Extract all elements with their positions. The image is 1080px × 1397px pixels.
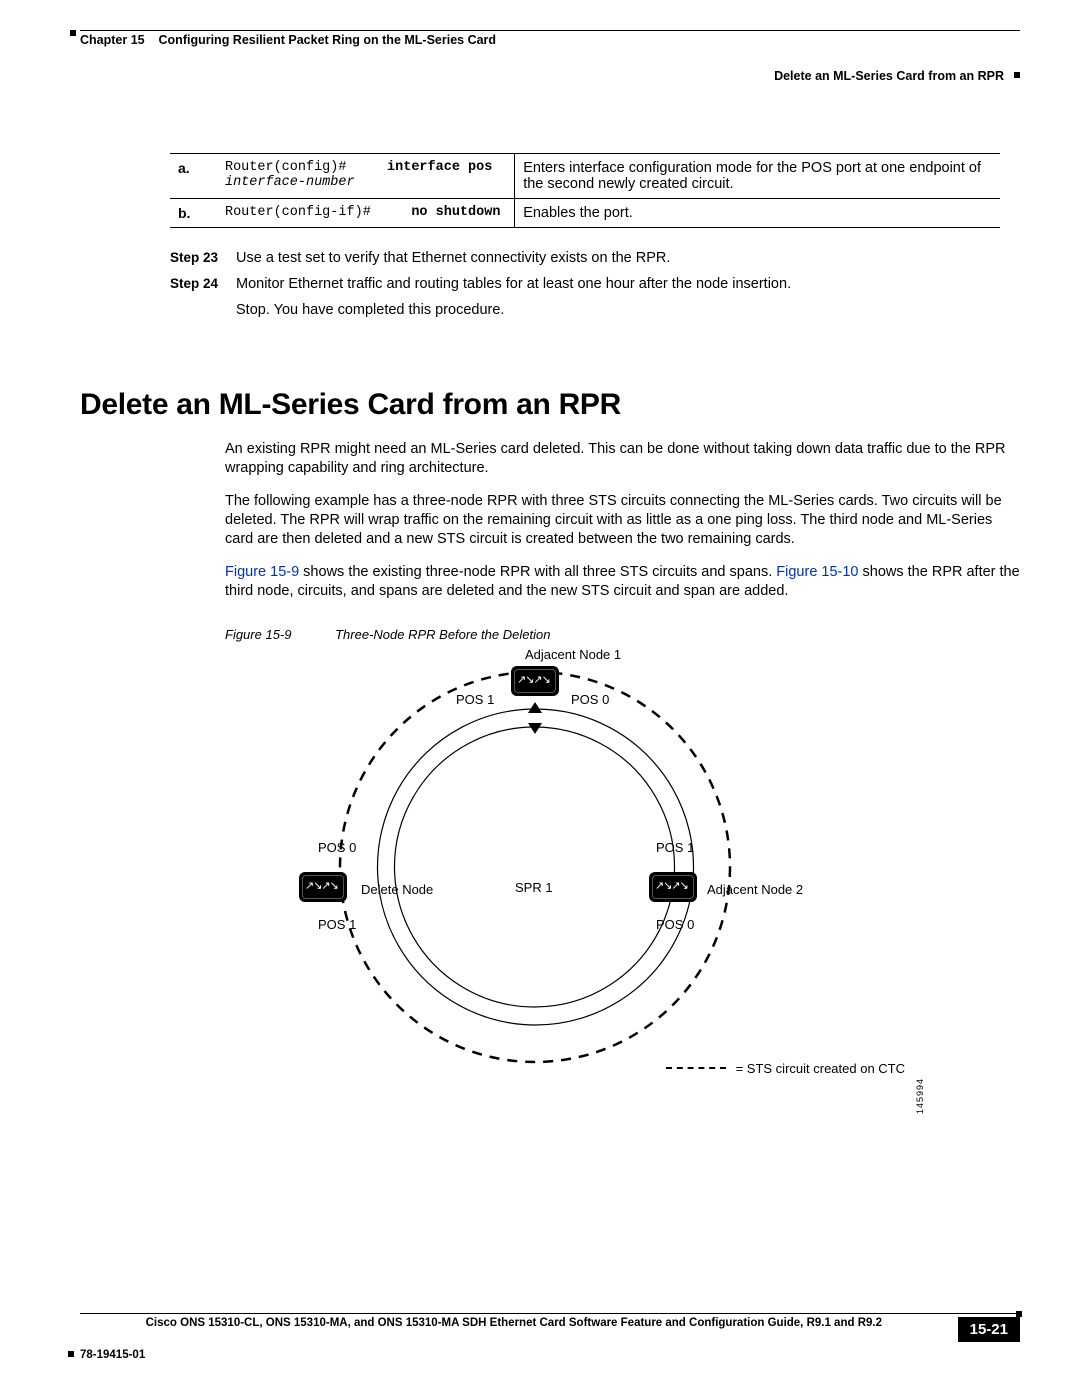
figure-title: Three-Node RPR Before the Deletion: [335, 627, 550, 642]
row-label: b.: [170, 199, 217, 228]
footer-doc-title: Cisco ONS 15310-CL, ONS 15310-MA, and ON…: [80, 1317, 948, 1329]
step-row: Step 24 Monitor Ethernet traffic and rou…: [170, 276, 1020, 292]
node-right: ↗↘↗↘: [649, 872, 697, 902]
figure-imgid: 145994: [915, 1078, 925, 1114]
footer-row: Cisco ONS 15310-CL, ONS 15310-MA, and ON…: [80, 1317, 1020, 1361]
header-left: Chapter 15 Configuring Resilient Packet …: [80, 33, 496, 47]
table-row: a. Router(config)# interface pos interfa…: [170, 154, 1000, 199]
footer-right-marker: [1016, 1311, 1022, 1317]
label-adj2: Adjacent Node 2: [707, 882, 803, 897]
chapter-title: Configuring Resilient Packet Ring on the…: [159, 33, 497, 47]
node-left: ↗↘↗↘: [299, 872, 347, 902]
header-right: Delete an ML-Series Card from an RPR: [80, 69, 1020, 83]
stop-line: Stop. You have completed this procedure.: [236, 302, 1020, 318]
command-table: a. Router(config)# interface pos interfa…: [170, 153, 1000, 228]
footer-docnum-text: 78-19415-01: [80, 1349, 145, 1361]
page-number: 15-21: [970, 1321, 1008, 1338]
steps-block: Step 23 Use a test set to verify that Et…: [170, 250, 1020, 292]
node-arrows-icon: ↗↘↗↘: [517, 673, 550, 686]
page: Chapter 15 Configuring Resilient Packet …: [0, 0, 1080, 1397]
footer-doc-num: 78-19415-01: [80, 1329, 948, 1361]
top-rule: [80, 30, 1020, 31]
body-area: a. Router(config)# interface pos interfa…: [80, 153, 1020, 1082]
para-1: An existing RPR might need an ML-Series …: [225, 440, 1020, 478]
page-number-box: 15-21: [958, 1317, 1020, 1342]
label-pos0-right-lower: POS 0: [656, 917, 694, 932]
label-pos1-top: POS 1: [456, 692, 494, 707]
step-text: Monitor Ethernet traffic and routing tab…: [236, 276, 1020, 292]
label-pos0-top: POS 0: [571, 692, 609, 707]
node-arrows-icon: ↗↘↗↘: [655, 879, 688, 892]
chapter-num: Chapter 15: [80, 33, 145, 47]
step-text: Use a test set to verify that Ethernet c…: [236, 250, 1020, 266]
prompt: Router(config-if)#: [225, 205, 371, 220]
para-3: Figure 15-9 shows the existing three-nod…: [225, 563, 1020, 601]
cmd-bold: no shutdown: [411, 205, 500, 220]
row-label: a.: [170, 154, 217, 199]
header-marker: [70, 30, 76, 36]
footer-rule: [80, 1313, 1020, 1314]
figure-link-a[interactable]: Figure 15-9: [225, 564, 299, 580]
label-adj1: Adjacent Node 1: [525, 647, 621, 662]
header-row: Chapter 15 Configuring Resilient Packet …: [80, 33, 1020, 47]
para-2: The following example has a three-node R…: [225, 492, 1020, 549]
label-pos1-left-lower: POS 1: [318, 917, 356, 932]
figure-number: Figure 15-9: [225, 627, 291, 642]
label-delete: Delete Node: [361, 882, 433, 897]
step-label: Step 24: [170, 276, 236, 292]
header-right-marker: [1014, 72, 1020, 78]
legend-dash-icon: [666, 1067, 726, 1069]
node-arrows-icon: ↗↘↗↘: [305, 879, 338, 892]
figure-link-b[interactable]: Figure 15-10: [776, 564, 858, 580]
legend: = STS circuit created on CTC: [666, 1061, 905, 1076]
row-desc: Enables the port.: [515, 199, 1000, 228]
figure-caption: Figure 15-9 Three-Node RPR Before the De…: [225, 627, 1020, 642]
step-label: Step 23: [170, 250, 236, 266]
row-command: Router(config-if)# no shutdown: [217, 199, 515, 228]
row-command: Router(config)# interface pos interface-…: [217, 154, 515, 199]
table-row: b. Router(config-if)# no shutdown Enable…: [170, 199, 1000, 228]
row-desc: Enters interface configuration mode for …: [515, 154, 1000, 199]
step-row: Step 23 Use a test set to verify that Et…: [170, 250, 1020, 266]
figure-diagram: ↗↘↗↘ ↗↘↗↘ ↗↘↗↘ Adjacent Node 1 POS 1 POS…: [225, 652, 925, 1082]
prompt: Router(config)#: [225, 160, 347, 175]
footer: Cisco ONS 15310-CL, ONS 15310-MA, and ON…: [80, 1313, 1020, 1361]
label-spr: SPR 1: [515, 880, 553, 895]
section-title: Delete an ML-Series Card from an RPR: [80, 388, 1020, 422]
para-3-mid: shows the existing three-node RPR with a…: [299, 564, 776, 580]
ring-svg: [225, 652, 925, 1082]
node-top: ↗↘↗↘: [511, 666, 559, 696]
cmd-bold: interface pos: [387, 160, 492, 175]
cmd-ital: interface-number: [225, 175, 355, 190]
legend-text: = STS circuit created on CTC: [736, 1061, 905, 1076]
footer-left-marker: [68, 1351, 74, 1357]
breadcrumb: Delete an ML-Series Card from an RPR: [774, 69, 1004, 83]
label-pos0-left-upper: POS 0: [318, 840, 356, 855]
label-pos1-right-upper: POS 1: [656, 840, 694, 855]
